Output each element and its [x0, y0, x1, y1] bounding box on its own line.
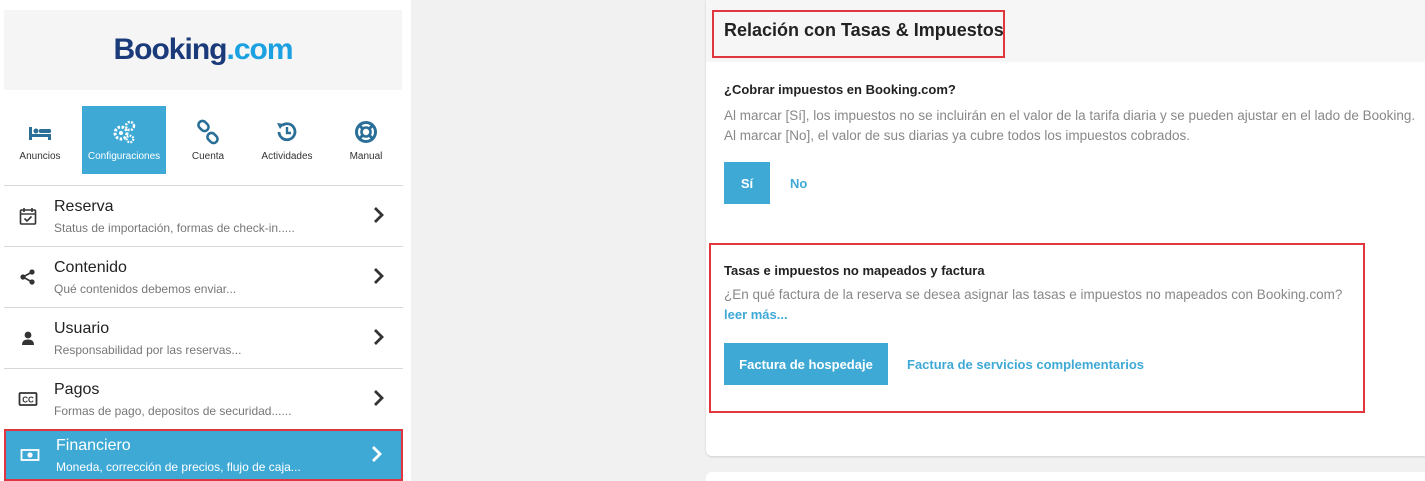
menu-item-financiero[interactable]: Financiero Moneda, corrección de precios…: [4, 429, 403, 481]
yes-button[interactable]: Sí: [724, 162, 770, 204]
iconbar-actividades[interactable]: Actividades: [250, 106, 324, 174]
chevron-right-icon: [372, 446, 382, 462]
menu-item-pagos[interactable]: CC Pagos Formas de pago, depositos de se…: [4, 368, 403, 429]
unmapped-taxes-question: Tasas e impuestos no mapeados y factura: [724, 263, 985, 278]
no-button[interactable]: No: [782, 162, 815, 204]
extras-invoice-button[interactable]: Factura de servicios complementarios: [899, 343, 1152, 385]
menu-item-title: Pagos: [54, 381, 100, 398]
gears-icon: [113, 120, 136, 143]
panel-title: Relación con Tasas & Impuestos: [724, 20, 1004, 40]
chevron-right-icon: [374, 207, 384, 223]
chevron-right-icon: [374, 329, 384, 345]
menu-item-title: Financiero: [56, 437, 131, 454]
panel-title-box: Relación con Tasas & Impuestos: [712, 10, 1005, 58]
logo-box: Booking.com: [4, 10, 402, 90]
unmapped-taxes-section: Tasas e impuestos no mapeados y factura …: [709, 243, 1365, 413]
lifebuoy-icon: [355, 120, 377, 143]
settings-menu: Reserva Status de importación, formas de…: [4, 185, 403, 481]
iconbar-cuenta[interactable]: Cuenta: [172, 106, 244, 174]
menu-item-reserva[interactable]: Reserva Status de importación, formas de…: [4, 185, 403, 246]
menu-item-title: Reserva: [54, 198, 114, 215]
user-icon: [22, 331, 34, 345]
history-icon: [277, 121, 297, 141]
iconbar-configuraciones[interactable]: Configuraciones: [82, 106, 166, 174]
settings-iconbar: Anuncios Configuraciones Cuenta Activida…: [4, 106, 402, 174]
taxes-panel: Relación con Tasas & Impuestos ¿Cobrar i…: [706, 0, 1425, 456]
description-line: Al marcar [No], el valor de sus diarias …: [724, 128, 1190, 143]
iconbar-label: Configuraciones: [87, 150, 161, 162]
chevron-right-icon: [374, 268, 384, 284]
money-icon: [20, 449, 40, 461]
iconbar-label: Manual: [349, 150, 383, 162]
link-icon: [197, 119, 219, 144]
next-panel: [706, 472, 1425, 481]
iconbar-anuncios[interactable]: Anuncios: [4, 106, 76, 174]
menu-item-title: Contenido: [54, 259, 127, 276]
menu-item-title: Usuario: [54, 320, 110, 337]
bed-icon: [29, 126, 51, 140]
iconbar-label: Actividades: [261, 150, 313, 162]
menu-item-subtitle: Status de importación, formas de check-i…: [54, 221, 295, 235]
svg-text:CC: CC: [22, 396, 34, 405]
menu-item-subtitle: Formas de pago, depositos de securidad..…: [54, 404, 292, 418]
chevron-right-icon: [374, 390, 384, 406]
menu-item-contenido[interactable]: Contenido Qué contenidos debemos enviar.…: [4, 246, 403, 307]
collect-taxes-question: ¿Cobrar impuestos en Booking.com?: [724, 82, 956, 97]
cc-icon: CC: [18, 392, 38, 406]
panel-header: Relación con Tasas & Impuestos: [706, 0, 1425, 62]
calendar-check-icon: [19, 208, 37, 225]
menu-item-usuario[interactable]: Usuario Responsabilidad por las reservas…: [4, 307, 403, 368]
description-line: Al marcar [Sí], los impuestos no se incl…: [724, 108, 1416, 123]
menu-item-subtitle: Moneda, corrección de precios, flujo de …: [56, 460, 301, 474]
iconbar-label: Cuenta: [191, 150, 225, 162]
lodging-invoice-button[interactable]: Factura de hospedaje: [724, 343, 888, 385]
collect-taxes-description: Al marcar [Sí], los impuestos no se incl…: [724, 106, 1415, 146]
share-icon: [20, 269, 35, 285]
read-more-link[interactable]: leer más...: [724, 307, 788, 322]
booking-logo: Booking.com: [113, 33, 293, 66]
menu-item-subtitle: Qué contenidos debemos enviar...: [54, 282, 237, 296]
sidebar: Booking.com Anuncios Configuraciones Cue…: [0, 0, 411, 481]
menu-item-subtitle: Responsabilidad por las reservas...: [54, 343, 242, 357]
iconbar-manual[interactable]: Manual: [330, 106, 402, 174]
iconbar-label: Anuncios: [19, 150, 61, 162]
unmapped-taxes-description: ¿En qué factura de la reserva se desea a…: [724, 287, 1343, 302]
